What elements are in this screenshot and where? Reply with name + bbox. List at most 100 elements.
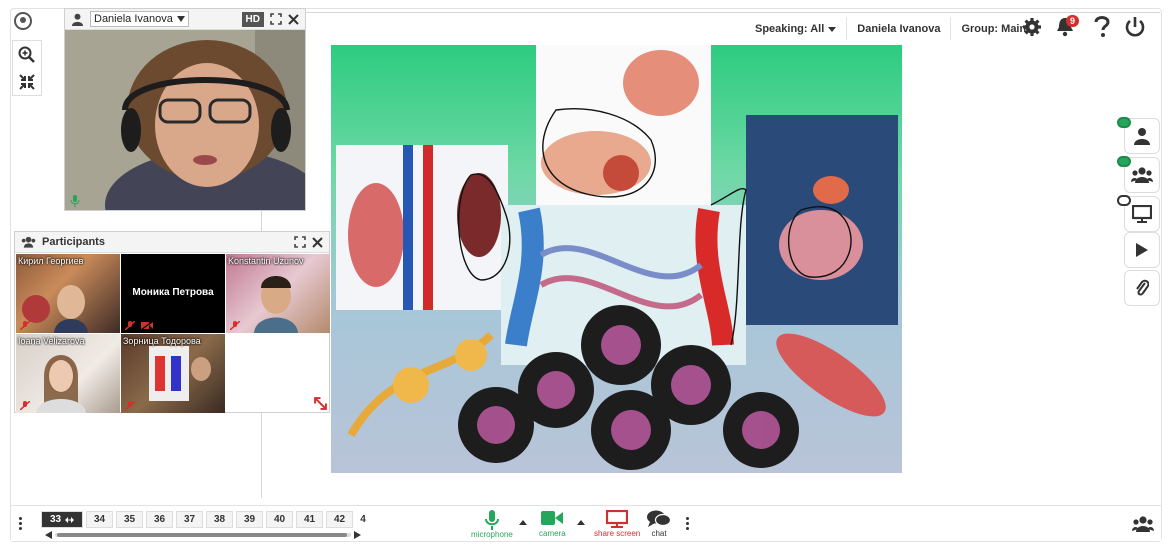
screen-icon: [1132, 205, 1152, 223]
participant-name: Ioana Velizarova: [18, 336, 85, 346]
participant-name: Моника Петрова: [132, 287, 214, 298]
chevron-up-icon[interactable]: [519, 520, 527, 525]
page-button[interactable]: 37: [176, 511, 203, 528]
video-panel: Daniela Ivanova HD: [64, 8, 306, 211]
expand-icon[interactable]: [270, 13, 282, 25]
video-feed: [65, 30, 305, 210]
notifications[interactable]: 9: [1056, 15, 1080, 37]
user-icon: [71, 13, 84, 26]
settings-icon[interactable]: [1022, 17, 1042, 37]
camera-button[interactable]: camera: [539, 510, 566, 538]
mic-muted-icon: [125, 321, 135, 330]
page-button[interactable]: 42: [326, 511, 353, 528]
chat-bubble-icon: [1117, 156, 1131, 167]
whiteboard-slide[interactable]: [331, 45, 902, 473]
speaking-label: Speaking: All: [755, 23, 825, 35]
participant-name: Konstantin Uzunov: [228, 256, 304, 266]
header-icons: 9: [1022, 15, 1146, 38]
page-button[interactable]: 4: [356, 511, 370, 528]
share-screen-icon: [606, 510, 629, 528]
zoom-tools: [12, 40, 42, 96]
mic-muted-icon: [20, 401, 30, 410]
page-current-label: 33: [49, 514, 62, 525]
share-screen-button[interactable]: share screen: [594, 510, 640, 538]
chevron-down-icon: [828, 26, 837, 32]
chat-bubble-icon: [1117, 195, 1131, 206]
page-button[interactable]: 40: [266, 511, 293, 528]
group-label: Group: Main: [961, 23, 1027, 35]
microphone-button[interactable]: microphone: [471, 510, 513, 539]
video-user-label: Daniela Ivanova: [94, 13, 173, 25]
mic-muted-icon: [125, 401, 135, 410]
page-scrollbar[interactable]: [45, 531, 361, 539]
scroll-left-icon[interactable]: [45, 531, 52, 539]
participant-tile[interactable]: Ioana Velizarova: [16, 334, 120, 413]
more-options-icon[interactable]: [19, 517, 23, 530]
hd-button[interactable]: HD: [241, 11, 264, 27]
page-current[interactable]: 33: [41, 511, 83, 528]
participant-tile[interactable]: Моника Петрова: [121, 254, 225, 333]
scroll-thumb[interactable]: [57, 533, 347, 537]
participants-title: Participants: [42, 236, 105, 248]
more-options-icon[interactable]: [686, 517, 690, 530]
fit-screen-icon[interactable]: [13, 68, 41, 95]
camera-icon: [541, 511, 564, 525]
share-screen-label: share screen: [594, 529, 641, 538]
help-icon[interactable]: [1094, 16, 1110, 38]
video-user-select[interactable]: Daniela Ivanova: [90, 11, 189, 27]
close-icon[interactable]: [312, 236, 323, 248]
expand-icon[interactable]: [294, 236, 306, 248]
page-button[interactable]: 34: [86, 511, 113, 528]
page-button[interactable]: 35: [116, 511, 143, 528]
users-icon: [1131, 167, 1153, 183]
top-divider: [305, 12, 1160, 13]
paperclip-icon: [1136, 279, 1149, 296]
bottom-toolbar: 33 34 35 36 37 38 39 40 41 42 4 microphone camera…: [11, 505, 1161, 541]
dock-user-button[interactable]: [1117, 117, 1160, 154]
page-button[interactable]: 38: [206, 511, 233, 528]
participant-tile[interactable]: Зорница Тодорова: [121, 334, 225, 413]
chat-button[interactable]: chat: [647, 510, 671, 538]
microphone-icon: [70, 195, 80, 207]
slide-illustration: [336, 45, 898, 470]
dock-play-button[interactable]: [1124, 232, 1160, 268]
speaking-dropdown[interactable]: Speaking: All: [745, 18, 848, 40]
camera-label: camera: [539, 529, 566, 538]
participants-toolbar: Participants: [15, 232, 329, 253]
mic-muted-icon: [20, 321, 30, 330]
participant-tile[interactable]: Кирил Георгиев: [16, 254, 120, 333]
page-navigator: 33 34 35 36 37 38 39 40 41 42 4: [41, 511, 370, 528]
swap-icon: [65, 516, 75, 523]
users-icon[interactable]: [1132, 516, 1154, 532]
participant-tile[interactable]: Konstantin Uzunov: [226, 254, 330, 333]
power-icon[interactable]: [1124, 16, 1146, 38]
mic-muted-icon: [230, 321, 240, 330]
users-icon: [21, 236, 36, 248]
video-toolbar: Daniela Ivanova HD: [65, 9, 305, 30]
participant-name: Кирил Георгиев: [18, 256, 84, 266]
current-user-label: Daniela Ivanova: [857, 23, 941, 35]
app-logo-icon[interactable]: [14, 12, 32, 30]
dock-users-button[interactable]: [1117, 156, 1160, 193]
current-user: Daniela Ivanova: [847, 18, 952, 40]
notification-count-badge: 9: [1066, 15, 1080, 27]
page-button[interactable]: 41: [296, 511, 323, 528]
chevron-down-icon: [176, 16, 185, 22]
participants-panel: Participants Кирил Георгиев Моника Петро…: [14, 231, 330, 413]
chat-bubble-icon: [1117, 117, 1131, 128]
zoom-in-icon[interactable]: [13, 41, 41, 68]
chevron-up-icon[interactable]: [577, 520, 585, 525]
play-icon: [1136, 243, 1148, 257]
microphone-icon: [484, 510, 499, 530]
page-button[interactable]: 36: [146, 511, 173, 528]
participants-grid: Кирил Георгиев Моника Петрова Konstantin…: [16, 254, 330, 413]
dock-screen-button[interactable]: [1117, 195, 1160, 232]
resize-icon[interactable]: [314, 397, 327, 410]
chat-icon: [647, 510, 671, 527]
dock-attachment-button[interactable]: [1124, 270, 1160, 306]
scroll-right-icon[interactable]: [354, 531, 361, 539]
close-icon[interactable]: [288, 13, 299, 25]
page-button[interactable]: 39: [236, 511, 263, 528]
chat-label: chat: [651, 529, 667, 538]
user-icon: [1134, 128, 1150, 145]
